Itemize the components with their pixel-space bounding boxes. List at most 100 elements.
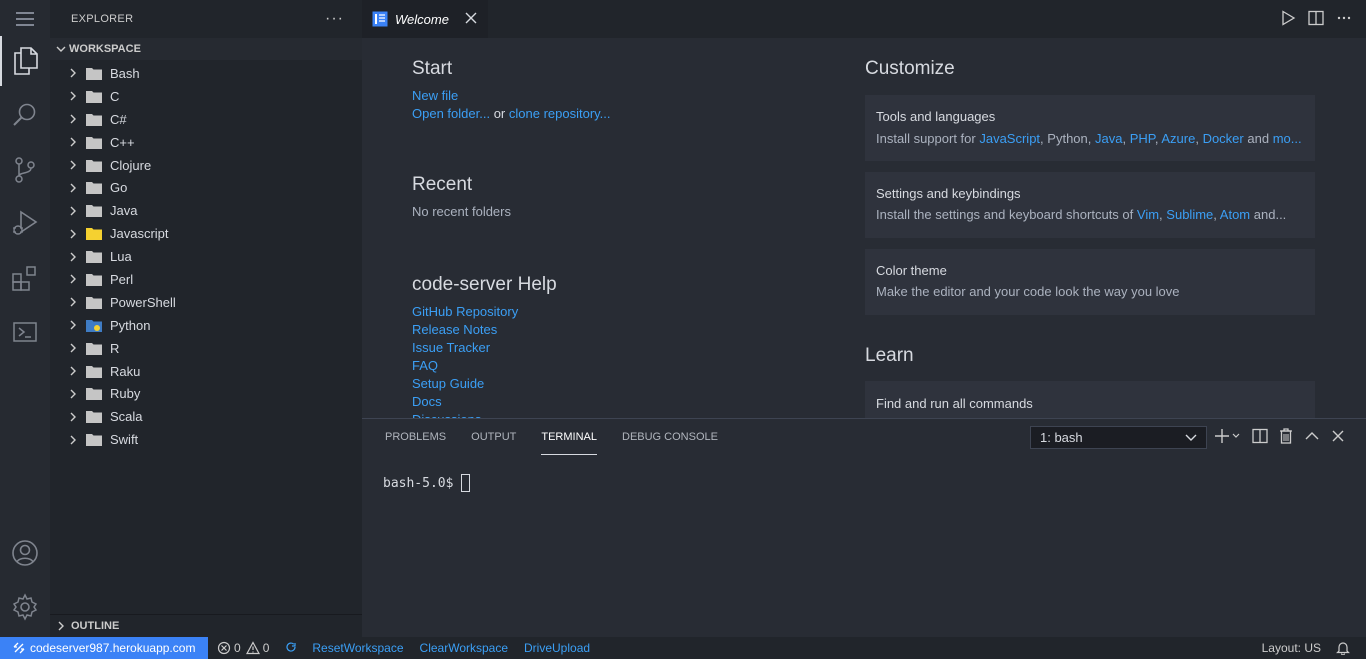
vim-link[interactable]: Vim xyxy=(1137,207,1159,222)
sync-status[interactable] xyxy=(285,642,297,654)
help-link[interactable]: GitHub Repository xyxy=(412,304,518,322)
menu-icon[interactable] xyxy=(0,0,50,38)
folder-item[interactable]: Perl xyxy=(50,268,362,291)
clear-workspace-link[interactable]: ClearWorkspace xyxy=(420,641,508,655)
folder-label: Go xyxy=(110,180,128,196)
keyboard-layout[interactable]: Layout: US xyxy=(1262,641,1321,655)
python-folder-icon xyxy=(86,319,102,332)
folder-item[interactable]: Clojure xyxy=(50,154,362,177)
folder-item[interactable]: R xyxy=(50,337,362,360)
sync-icon xyxy=(286,642,296,652)
drive-upload-link[interactable]: DriveUpload xyxy=(524,641,590,655)
atom-link[interactable]: Atom xyxy=(1220,207,1250,222)
run-icon[interactable] xyxy=(1280,10,1296,26)
folder-item[interactable]: Go xyxy=(50,176,362,199)
close-panel-icon[interactable] xyxy=(1330,428,1346,444)
folder-item[interactable]: Javascript xyxy=(50,222,362,245)
settings-keybindings-card[interactable]: Settings and keybindings Install the set… xyxy=(865,172,1315,238)
folder-label: Java xyxy=(110,203,138,219)
sidebar-title: EXPLORER xyxy=(71,13,134,25)
card-description: Install the settings and keyboard shortc… xyxy=(876,207,1306,222)
close-icon[interactable] xyxy=(464,11,478,25)
tools-languages-card[interactable]: Tools and languages Install support for … xyxy=(865,95,1315,161)
card-title: Tools and languages xyxy=(876,109,996,124)
find-commands-card[interactable]: Find and run all commands xyxy=(865,381,1315,418)
editor-tab-bar: Welcome xyxy=(362,0,1366,38)
help-link[interactable]: Docs xyxy=(412,394,518,412)
run-debug-icon[interactable] xyxy=(0,198,50,248)
more-link[interactable]: mo... xyxy=(1273,131,1302,146)
tab-welcome[interactable]: Welcome xyxy=(362,0,488,38)
new-terminal-icon[interactable] xyxy=(1214,428,1242,444)
panel-tab-problems[interactable]: PROBLEMS xyxy=(385,419,446,455)
sublime-link[interactable]: Sublime xyxy=(1166,207,1213,222)
help-link[interactable]: Issue Tracker xyxy=(412,340,518,358)
error-icon xyxy=(217,641,231,655)
learn-heading: Learn xyxy=(865,345,914,366)
folder-item[interactable]: Bash xyxy=(50,62,362,85)
folder-icon xyxy=(86,136,102,149)
remote-explorer-icon[interactable] xyxy=(0,307,50,357)
open-folder-link[interactable]: Open folder... xyxy=(412,106,490,121)
docker-link[interactable]: Docker xyxy=(1203,131,1244,146)
folder-icon xyxy=(86,90,102,103)
trash-icon[interactable] xyxy=(1278,428,1294,444)
java-link[interactable]: Java xyxy=(1095,131,1122,146)
more-actions-icon[interactable]: ··· xyxy=(325,10,344,28)
folder-item[interactable]: Swift xyxy=(50,428,362,451)
folder-item[interactable]: C# xyxy=(50,108,362,131)
panel-tab-output[interactable]: OUTPUT xyxy=(471,419,516,455)
folder-icon xyxy=(86,159,102,172)
color-theme-card[interactable]: Color theme Make the editor and your cod… xyxy=(865,249,1315,315)
source-control-icon[interactable] xyxy=(0,145,50,195)
php-link[interactable]: PHP xyxy=(1130,131,1155,146)
chevron-right-icon xyxy=(70,412,76,422)
reset-workspace-link[interactable]: ResetWorkspace xyxy=(312,641,403,655)
folder-item[interactable]: C xyxy=(50,85,362,108)
folder-item[interactable]: Java xyxy=(50,199,362,222)
workspace-section-header[interactable]: WORKSPACE xyxy=(50,38,362,60)
terminal-selector[interactable]: 1: bash xyxy=(1030,426,1207,449)
welcome-page: Start New file Open folder... or clone r… xyxy=(362,38,1366,418)
azure-link[interactable]: Azure xyxy=(1161,131,1195,146)
folder-icon xyxy=(86,251,102,264)
folder-item[interactable]: Scala xyxy=(50,405,362,428)
accounts-icon[interactable] xyxy=(0,528,50,578)
panel-tab-terminal[interactable]: TERMINAL xyxy=(541,419,597,455)
folder-label: Perl xyxy=(110,271,134,287)
split-terminal-icon[interactable] xyxy=(1252,428,1268,444)
help-link[interactable]: Release Notes xyxy=(412,322,518,340)
search-icon[interactable] xyxy=(0,90,50,140)
split-editor-icon[interactable] xyxy=(1308,10,1324,26)
new-file-link[interactable]: New file xyxy=(412,88,458,103)
folder-label: Lua xyxy=(110,249,132,265)
more-actions-icon[interactable] xyxy=(1336,10,1352,26)
folder-item[interactable]: Raku xyxy=(50,360,362,383)
bottom-panel: PROBLEMS OUTPUT TERMINAL DEBUG CONSOLE 1: b… xyxy=(362,418,1366,637)
panel-tab-debug-console[interactable]: DEBUG CONSOLE xyxy=(622,419,718,455)
extensions-icon[interactable] xyxy=(0,253,50,303)
remote-indicator[interactable]: codeserver987.herokuapp.com xyxy=(0,637,208,659)
open-folder-line: Open folder... or clone repository... xyxy=(412,106,611,121)
problems-status[interactable]: 0 0 xyxy=(217,641,269,655)
terminal-prompt-line[interactable]: bash-5.0$ xyxy=(383,474,471,492)
explorer-icon[interactable] xyxy=(0,36,50,86)
javascript-link[interactable]: JavaScript xyxy=(979,131,1040,146)
help-link[interactable]: FAQ xyxy=(412,358,518,376)
clone-repository-link[interactable]: clone repository... xyxy=(509,106,611,121)
folder-icon xyxy=(86,67,102,80)
javascript-folder-icon xyxy=(86,228,102,241)
sidebar-header: EXPLORER ··· xyxy=(50,0,362,38)
folder-item[interactable]: C++ xyxy=(50,131,362,154)
notifications-bell-icon[interactable] xyxy=(1336,641,1350,655)
settings-gear-icon[interactable] xyxy=(0,582,50,632)
desc-text: Install the settings and keyboard shortc… xyxy=(876,207,1134,222)
help-link[interactable]: Setup Guide xyxy=(412,376,518,394)
maximize-panel-icon[interactable] xyxy=(1304,428,1320,444)
folder-item[interactable]: Python xyxy=(50,314,362,337)
panel-actions xyxy=(1214,428,1356,444)
folder-item[interactable]: Ruby xyxy=(50,382,362,405)
outline-section-header[interactable]: OUTLINE xyxy=(50,614,362,637)
folder-item[interactable]: PowerShell xyxy=(50,291,362,314)
folder-item[interactable]: Lua xyxy=(50,245,362,268)
